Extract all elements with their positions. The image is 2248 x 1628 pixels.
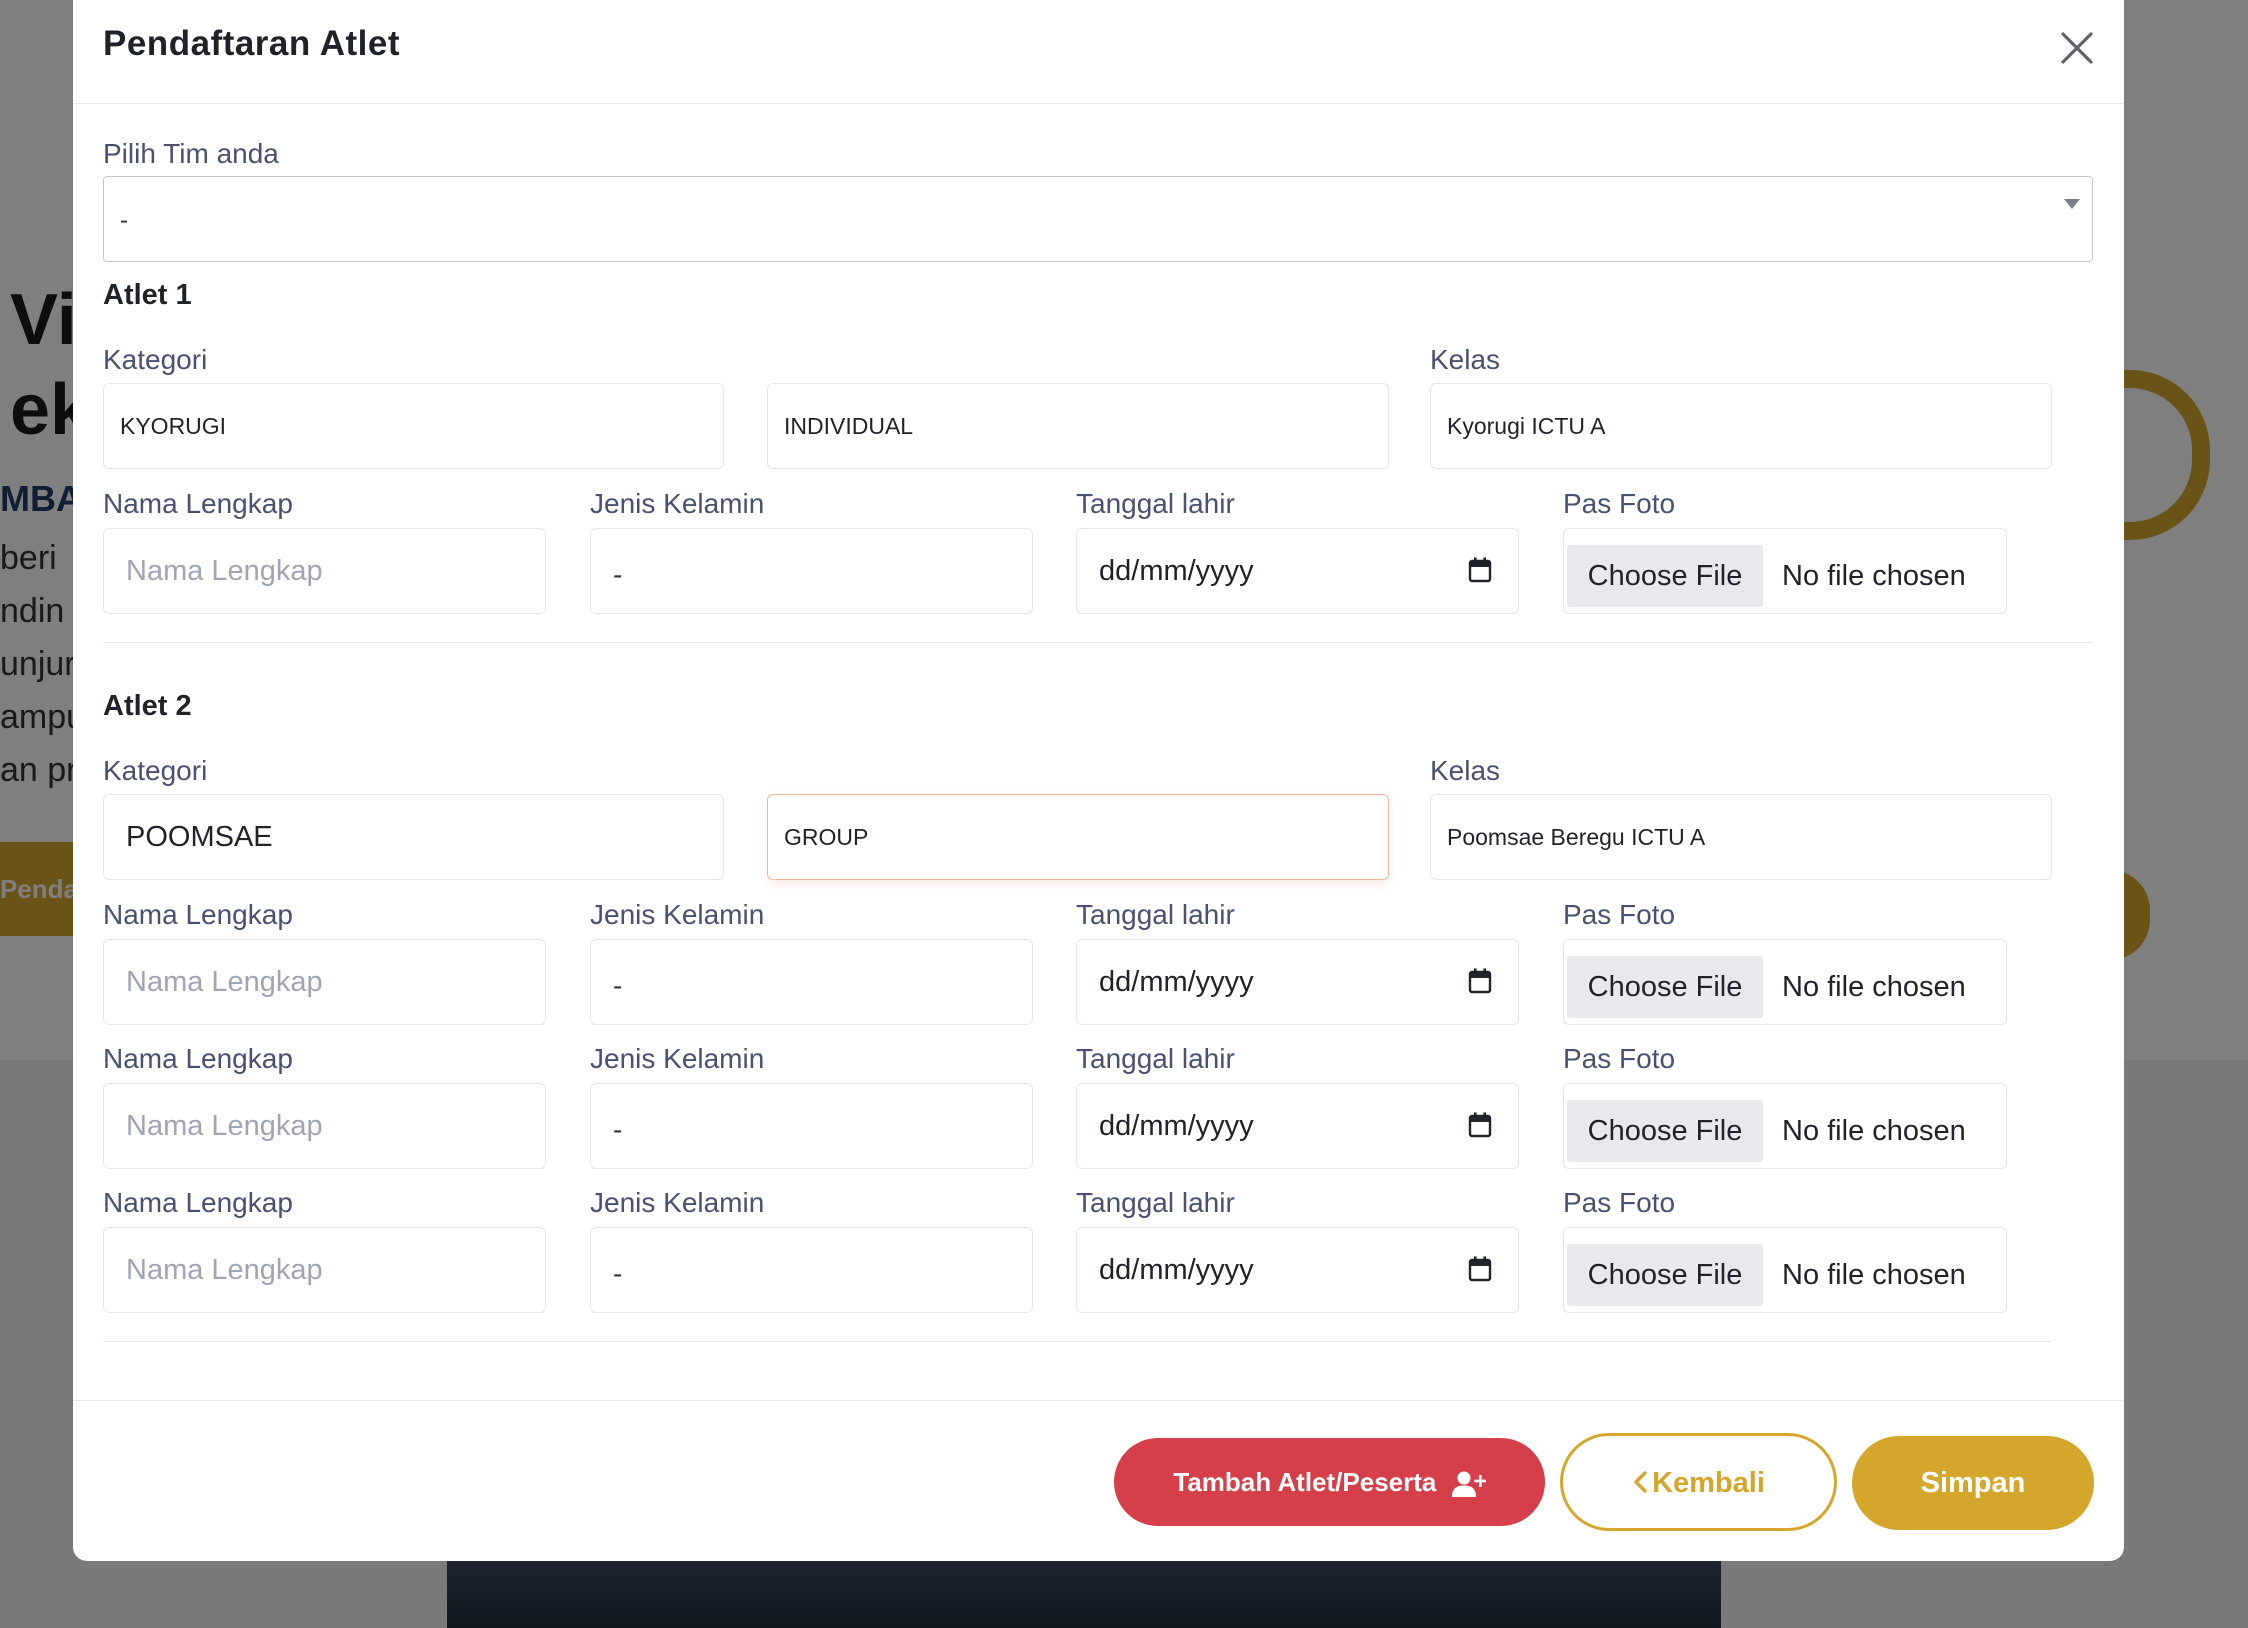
calendar-icon[interactable] bbox=[1468, 1256, 1492, 1282]
choose-file-button[interactable]: Choose File bbox=[1567, 1100, 1763, 1162]
full-name-label: Nama Lengkap bbox=[103, 1187, 293, 1218]
photo-file-input[interactable]: Choose File No file chosen bbox=[1563, 1227, 2007, 1313]
full-name-input[interactable]: Nama Lengkap bbox=[103, 939, 546, 1025]
file-status: No file chosen bbox=[1782, 1259, 1966, 1291]
photo-label: Pas Foto bbox=[1563, 1187, 1676, 1218]
birthdate-input[interactable]: dd/mm/yyyy bbox=[1076, 528, 1519, 614]
athlete-1-class-field[interactable]: Kyorugi ICTU A bbox=[1430, 383, 2052, 469]
athlete-1-class-label: Kelas bbox=[1430, 344, 1501, 375]
gender-value: - bbox=[613, 1258, 623, 1289]
file-status: No file chosen bbox=[1782, 971, 1966, 1003]
athlete-2-category-field[interactable]: POOMSAE bbox=[103, 794, 724, 880]
full-name-input[interactable]: Nama Lengkap bbox=[103, 1227, 546, 1313]
athlete-2-title: Atlet 2 bbox=[103, 690, 192, 722]
team-select-value: - bbox=[120, 207, 128, 234]
gender-label: Jenis Kelamin bbox=[590, 899, 765, 930]
modal-header: Pendaftaran Atlet bbox=[73, 0, 2124, 104]
birthdate-value: dd/mm/yyyy bbox=[1099, 1254, 1254, 1286]
athlete-2-class-value: Poomsae Beregu ICTU A bbox=[1447, 824, 1706, 850]
file-status: No file chosen bbox=[1782, 560, 1966, 592]
gender-value: - bbox=[613, 559, 623, 590]
birthdate-value: dd/mm/yyyy bbox=[1099, 555, 1254, 587]
section-divider bbox=[103, 1341, 2051, 1342]
athlete-1-type-value: INDIVIDUAL bbox=[784, 413, 914, 439]
calendar-icon[interactable] bbox=[1468, 557, 1492, 583]
chevron-left-icon bbox=[1634, 1471, 1647, 1494]
full-name-label: Nama Lengkap bbox=[103, 488, 293, 519]
athlete-2-type-value: GROUP bbox=[784, 824, 869, 850]
file-status: No file chosen bbox=[1782, 1115, 1966, 1147]
birthdate-value: dd/mm/yyyy bbox=[1099, 1110, 1254, 1142]
full-name-label: Nama Lengkap bbox=[103, 1043, 293, 1074]
gender-label: Jenis Kelamin bbox=[590, 1043, 765, 1074]
full-name-placeholder: Nama Lengkap bbox=[126, 1254, 323, 1286]
section-divider bbox=[103, 642, 2093, 643]
chevron-down-icon bbox=[2064, 199, 2080, 209]
athlete-2-class-label: Kelas bbox=[1430, 755, 1501, 786]
gender-label: Jenis Kelamin bbox=[590, 488, 765, 519]
gender-value: - bbox=[613, 970, 623, 1001]
back-label: Kembali bbox=[1652, 1467, 1765, 1499]
birthdate-label: Tanggal lahir bbox=[1076, 1187, 1235, 1218]
athlete-1-category-label: Kategori bbox=[103, 344, 208, 375]
photo-label: Pas Foto bbox=[1563, 488, 1676, 519]
photo-label: Pas Foto bbox=[1563, 899, 1676, 930]
photo-file-input[interactable]: Choose File No file chosen bbox=[1563, 528, 2007, 614]
athlete-1-type-field[interactable]: INDIVIDUAL bbox=[767, 383, 1389, 469]
full-name-input[interactable]: Nama Lengkap bbox=[103, 1083, 546, 1169]
gender-value: - bbox=[613, 1114, 623, 1145]
close-icon bbox=[2061, 32, 2093, 64]
athlete-1-category-field[interactable]: KYORUGI bbox=[103, 383, 724, 469]
birthdate-label: Tanggal lahir bbox=[1076, 1043, 1235, 1074]
athlete-2-type-field[interactable]: GROUP bbox=[767, 794, 1389, 880]
choose-file-button[interactable]: Choose File bbox=[1567, 545, 1763, 607]
athlete-2-category-value: POOMSAE bbox=[126, 821, 273, 853]
close-button[interactable] bbox=[2057, 28, 2097, 68]
user-plus-icon bbox=[1451, 1471, 1486, 1498]
full-name-placeholder: Nama Lengkap bbox=[126, 966, 323, 998]
choose-file-button[interactable]: Choose File bbox=[1567, 956, 1763, 1018]
birthdate-label: Tanggal lahir bbox=[1076, 899, 1235, 930]
gender-select[interactable]: - bbox=[590, 528, 1033, 614]
athlete-2-category-label: Kategori bbox=[103, 755, 208, 786]
registration-modal: Pendaftaran Atlet Pilih Tim anda - Atlet… bbox=[73, 0, 2124, 1561]
modal-title: Pendaftaran Atlet bbox=[103, 24, 400, 63]
photo-file-input[interactable]: Choose File No file chosen bbox=[1563, 1083, 2007, 1169]
gender-select[interactable]: - bbox=[590, 939, 1033, 1025]
gender-select[interactable]: - bbox=[590, 1083, 1033, 1169]
photo-label: Pas Foto bbox=[1563, 1043, 1676, 1074]
photo-file-input[interactable]: Choose File No file chosen bbox=[1563, 939, 2007, 1025]
full-name-input[interactable]: Nama Lengkap bbox=[103, 528, 546, 614]
add-athlete-label: Tambah Atlet/Peserta bbox=[1173, 1467, 1437, 1497]
birthdate-value: dd/mm/yyyy bbox=[1099, 966, 1254, 998]
full-name-placeholder: Nama Lengkap bbox=[126, 1110, 323, 1142]
athlete-1-category-value: KYORUGI bbox=[120, 413, 227, 439]
athlete-2-class-field[interactable]: Poomsae Beregu ICTU A bbox=[1430, 794, 2052, 880]
add-athlete-button[interactable]: Tambah Atlet/Peserta bbox=[1114, 1438, 1545, 1526]
modal-footer: Tambah Atlet/Peserta Kembali Simpan bbox=[73, 1400, 2124, 1561]
team-select-label: Pilih Tim anda bbox=[103, 138, 279, 169]
choose-file-button[interactable]: Choose File bbox=[1567, 1244, 1763, 1306]
calendar-icon[interactable] bbox=[1468, 968, 1492, 994]
birthdate-input[interactable]: dd/mm/yyyy bbox=[1076, 939, 1519, 1025]
birthdate-input[interactable]: dd/mm/yyyy bbox=[1076, 1227, 1519, 1313]
gender-label: Jenis Kelamin bbox=[590, 1187, 765, 1218]
calendar-icon[interactable] bbox=[1468, 1112, 1492, 1138]
birthdate-label: Tanggal lahir bbox=[1076, 488, 1235, 519]
team-select[interactable]: - bbox=[103, 176, 2093, 262]
athlete-1-title: Atlet 1 bbox=[103, 279, 192, 311]
save-button[interactable]: Simpan bbox=[1852, 1436, 2094, 1530]
birthdate-input[interactable]: dd/mm/yyyy bbox=[1076, 1083, 1519, 1169]
full-name-placeholder: Nama Lengkap bbox=[126, 555, 323, 587]
full-name-label: Nama Lengkap bbox=[103, 899, 293, 930]
gender-select[interactable]: - bbox=[590, 1227, 1033, 1313]
athlete-1-class-value: Kyorugi ICTU A bbox=[1447, 413, 1606, 439]
back-button[interactable]: Kembali bbox=[1560, 1433, 1837, 1531]
